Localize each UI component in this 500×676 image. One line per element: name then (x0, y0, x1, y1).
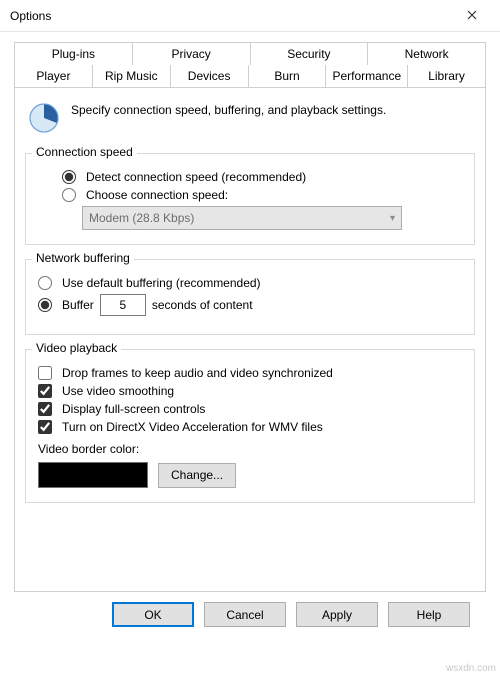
window-title: Options (10, 9, 51, 23)
combo-value: Modem (28.8 Kbps) (89, 211, 194, 225)
group-network-buffering: Network buffering Use default buffering … (25, 259, 475, 335)
check-fullscreen-label: Display full-screen controls (62, 402, 205, 416)
check-drop-frames-label: Drop frames to keep audio and video sync… (62, 366, 333, 380)
dialog-button-bar: OK Cancel Apply Help (14, 592, 486, 627)
close-button[interactable] (452, 2, 492, 30)
group-title: Video playback (32, 341, 121, 355)
tab-row-1: Plug-ins Privacy Security Network (14, 42, 486, 66)
tab-security[interactable]: Security (251, 42, 369, 66)
tab-privacy[interactable]: Privacy (133, 42, 251, 66)
group-title: Network buffering (32, 251, 134, 265)
chevron-down-icon: ▾ (390, 213, 395, 224)
radio-buffer-label: Buffer (62, 298, 94, 312)
tab-library[interactable]: Library (408, 65, 486, 88)
group-title: Connection speed (32, 145, 137, 159)
radio-detect-speed[interactable]: Detect connection speed (recommended) (38, 170, 462, 184)
performance-icon (27, 101, 61, 135)
watermark: wsxdn.com (446, 663, 496, 674)
check-dxva-label: Turn on DirectX Video Acceleration for W… (62, 420, 323, 434)
panel-header: Specify connection speed, buffering, and… (25, 97, 475, 147)
radio-buffer-input[interactable] (38, 298, 52, 312)
radio-choose-label: Choose connection speed: (86, 188, 228, 202)
apply-button[interactable]: Apply (296, 602, 378, 627)
check-dxva[interactable]: Turn on DirectX Video Acceleration for W… (38, 420, 462, 434)
tab-plugins[interactable]: Plug-ins (14, 42, 133, 66)
dialog-content: Plug-ins Privacy Security Network Player… (0, 32, 500, 637)
radio-detect-label: Detect connection speed (recommended) (86, 170, 306, 184)
tab-rip-music[interactable]: Rip Music (93, 65, 171, 88)
check-video-smoothing[interactable]: Use video smoothing (38, 384, 462, 398)
close-icon (467, 7, 477, 24)
group-video-playback: Video playback Drop frames to keep audio… (25, 349, 475, 503)
tab-burn[interactable]: Burn (249, 65, 327, 88)
tab-network[interactable]: Network (368, 42, 486, 66)
buffer-suffix: seconds of content (152, 298, 253, 312)
check-drop-frames-input[interactable] (38, 366, 52, 380)
group-connection-speed: Connection speed Detect connection speed… (25, 153, 475, 245)
radio-default-label: Use default buffering (recommended) (62, 276, 261, 290)
panel-description: Specify connection speed, buffering, and… (71, 101, 386, 117)
connection-speed-combo[interactable]: Modem (28.8 Kbps) ▾ (82, 206, 402, 230)
tab-control: Plug-ins Privacy Security Network Player… (14, 42, 486, 592)
radio-default-input[interactable] (38, 276, 52, 290)
check-smoothing-input[interactable] (38, 384, 52, 398)
change-color-button[interactable]: Change... (158, 463, 236, 488)
performance-panel: Specify connection speed, buffering, and… (14, 87, 486, 592)
radio-choose-speed[interactable]: Choose connection speed: (38, 188, 462, 202)
border-color-label: Video border color: (38, 442, 462, 456)
check-smoothing-label: Use video smoothing (62, 384, 174, 398)
radio-choose-input[interactable] (62, 188, 76, 202)
cancel-button[interactable]: Cancel (204, 602, 286, 627)
tab-devices[interactable]: Devices (171, 65, 249, 88)
radio-detect-input[interactable] (62, 170, 76, 184)
tab-performance[interactable]: Performance (326, 65, 408, 88)
titlebar: Options (0, 0, 500, 32)
buffer-seconds-input[interactable] (100, 294, 146, 316)
tab-row-2: Player Rip Music Devices Burn Performanc… (14, 65, 486, 88)
check-drop-frames[interactable]: Drop frames to keep audio and video sync… (38, 366, 462, 380)
border-color-swatch (38, 462, 148, 488)
help-button[interactable]: Help (388, 602, 470, 627)
tab-player[interactable]: Player (14, 65, 93, 88)
ok-button[interactable]: OK (112, 602, 194, 627)
check-fullscreen-input[interactable] (38, 402, 52, 416)
radio-buffer-seconds[interactable]: Buffer seconds of content (38, 294, 462, 316)
radio-default-buffering[interactable]: Use default buffering (recommended) (38, 276, 462, 290)
check-dxva-input[interactable] (38, 420, 52, 434)
check-fullscreen-controls[interactable]: Display full-screen controls (38, 402, 462, 416)
